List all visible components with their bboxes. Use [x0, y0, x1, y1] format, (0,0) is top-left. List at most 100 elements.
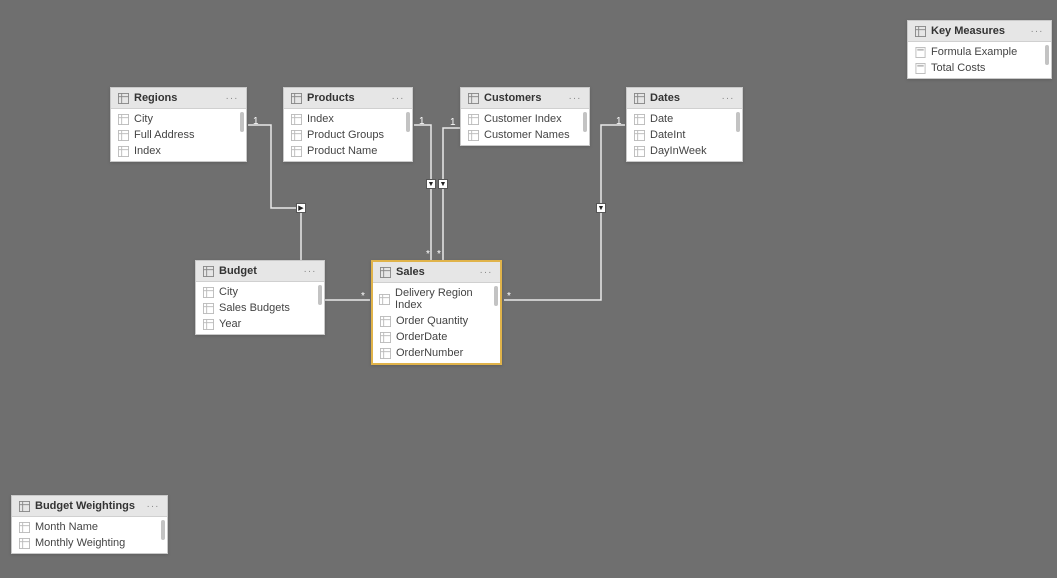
column-icon [633, 145, 645, 157]
field-row[interactable]: Formula Example [908, 44, 1051, 60]
field-row[interactable]: Year [196, 316, 324, 332]
field-row[interactable]: Index [111, 143, 246, 159]
field-label: Month Name [35, 521, 98, 533]
column-icon [379, 293, 390, 305]
field-label: Product Groups [307, 129, 384, 141]
field-row[interactable]: Month Name [12, 519, 167, 535]
field-row[interactable]: Sales Budgets [196, 300, 324, 316]
column-icon [117, 129, 129, 141]
table-header[interactable]: Budget ··· [196, 261, 324, 282]
table-title: Sales [396, 266, 478, 278]
table-title: Dates [650, 92, 720, 104]
field-label: Delivery Region Index [395, 287, 494, 311]
column-icon [18, 521, 30, 533]
scrollbar-thumb[interactable] [318, 285, 322, 305]
scrollbar-thumb[interactable] [240, 112, 244, 132]
table-header[interactable]: Key Measures ··· [908, 21, 1051, 42]
field-row[interactable]: OrderNumber [373, 345, 500, 361]
field-row[interactable]: Product Groups [284, 127, 412, 143]
field-label: Product Name [307, 145, 377, 157]
table-menu-icon[interactable]: ··· [720, 92, 736, 104]
field-label: Total Costs [931, 62, 985, 74]
field-label: Customer Names [484, 129, 570, 141]
table-regions[interactable]: Regions ··· City Full Address Index [110, 87, 247, 162]
column-icon [18, 537, 30, 549]
cardinality-one: 1 [253, 116, 259, 127]
field-row[interactable]: Full Address [111, 127, 246, 143]
field-label: Index [134, 145, 161, 157]
field-label: Date [650, 113, 673, 125]
table-dates[interactable]: Dates ··· Date DateInt DayInWeek [626, 87, 743, 162]
cardinality-one: 1 [450, 117, 456, 128]
field-row[interactable]: Delivery Region Index [373, 285, 500, 313]
scrollbar-thumb[interactable] [406, 112, 410, 132]
table-icon [914, 25, 926, 37]
field-row[interactable]: OrderDate [373, 329, 500, 345]
column-icon [379, 315, 391, 327]
column-icon [633, 113, 645, 125]
field-label: Index [307, 113, 334, 125]
table-menu-icon[interactable]: ··· [567, 92, 583, 104]
table-fields: Customer Index Customer Names [461, 109, 589, 145]
table-menu-icon[interactable]: ··· [478, 266, 494, 278]
field-row[interactable]: DateInt [627, 127, 742, 143]
table-header[interactable]: Products ··· [284, 88, 412, 109]
field-row[interactable]: Product Name [284, 143, 412, 159]
table-header[interactable]: Budget Weightings ··· [12, 496, 167, 517]
table-fields: Date DateInt DayInWeek [627, 109, 742, 161]
column-icon [290, 145, 302, 157]
table-header[interactable]: Customers ··· [461, 88, 589, 109]
table-budget[interactable]: Budget ··· City Sales Budgets Year [195, 260, 325, 335]
calculator-icon [914, 62, 926, 74]
table-key-measures[interactable]: Key Measures ··· Formula Example Total C… [907, 20, 1052, 79]
filter-arrow-icon [426, 179, 436, 189]
table-icon [202, 265, 214, 277]
field-row[interactable]: Date [627, 111, 742, 127]
field-row[interactable]: Customer Index [461, 111, 589, 127]
field-row[interactable]: City [111, 111, 246, 127]
table-header[interactable]: Sales ··· [373, 262, 500, 283]
scrollbar-thumb[interactable] [1045, 45, 1049, 65]
cardinality-one: 1 [419, 116, 425, 127]
field-row[interactable]: City [196, 284, 324, 300]
table-products[interactable]: Products ··· Index Product Groups Produc… [283, 87, 413, 162]
table-menu-icon[interactable]: ··· [145, 500, 161, 512]
field-row[interactable]: Customer Names [461, 127, 589, 143]
column-icon [467, 129, 479, 141]
table-menu-icon[interactable]: ··· [390, 92, 406, 104]
table-fields: City Sales Budgets Year [196, 282, 324, 334]
field-label: Full Address [134, 129, 195, 141]
scrollbar-thumb[interactable] [736, 112, 740, 132]
table-header[interactable]: Regions ··· [111, 88, 246, 109]
table-sales[interactable]: Sales ··· Delivery Region Index Order Qu… [371, 260, 502, 365]
field-label: City [134, 113, 153, 125]
table-icon [18, 500, 30, 512]
table-icon [290, 92, 302, 104]
column-icon [379, 347, 391, 359]
column-icon [379, 331, 391, 343]
field-row[interactable]: Total Costs [908, 60, 1051, 76]
table-customers[interactable]: Customers ··· Customer Index Customer Na… [460, 87, 590, 146]
calculator-icon [914, 46, 926, 58]
table-icon [379, 266, 391, 278]
table-header[interactable]: Dates ··· [627, 88, 742, 109]
table-menu-icon[interactable]: ··· [224, 92, 240, 104]
cardinality-many: * [437, 249, 441, 260]
scrollbar-thumb[interactable] [161, 520, 165, 540]
column-icon [202, 286, 214, 298]
field-row[interactable]: Order Quantity [373, 313, 500, 329]
table-icon [117, 92, 129, 104]
table-menu-icon[interactable]: ··· [1029, 25, 1045, 37]
filter-arrow-icon [438, 179, 448, 189]
column-icon [467, 113, 479, 125]
scrollbar-thumb[interactable] [583, 112, 587, 132]
scrollbar-thumb[interactable] [494, 286, 498, 306]
field-row[interactable]: DayInWeek [627, 143, 742, 159]
table-menu-icon[interactable]: ··· [302, 265, 318, 277]
column-icon [290, 129, 302, 141]
field-row[interactable]: Monthly Weighting [12, 535, 167, 551]
field-row[interactable]: Index [284, 111, 412, 127]
table-budget-weightings[interactable]: Budget Weightings ··· Month Name Monthly… [11, 495, 168, 554]
field-label: DayInWeek [650, 145, 707, 157]
table-title: Regions [134, 92, 224, 104]
